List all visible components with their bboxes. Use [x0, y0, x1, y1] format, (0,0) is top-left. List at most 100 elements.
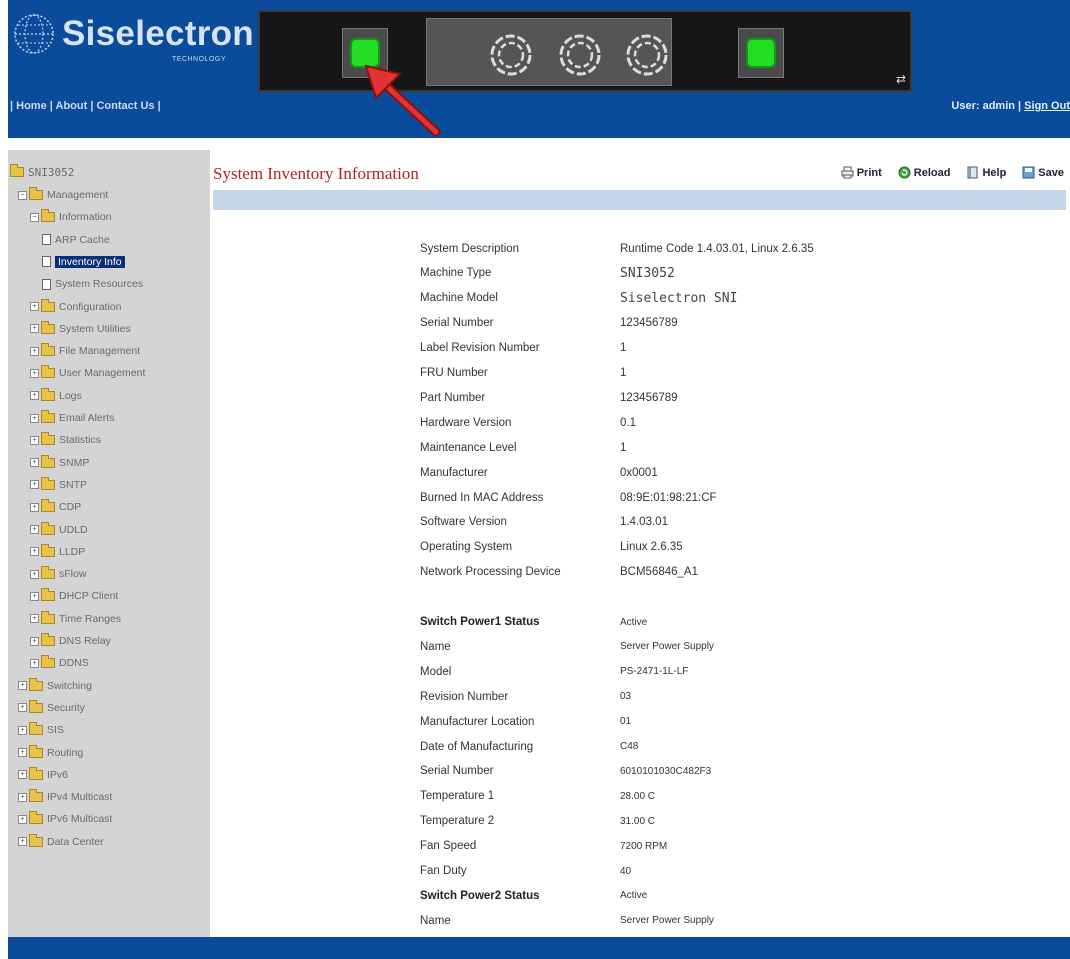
- user-separator: |: [1018, 100, 1022, 112]
- fan-icon[interactable]: [489, 33, 533, 77]
- expand-icon[interactable]: +: [30, 547, 39, 557]
- tree-item[interactable]: + File Management: [30, 341, 140, 361]
- fan-icon[interactable]: [558, 33, 602, 77]
- info-label: Manufacturer: [420, 466, 488, 479]
- info-row: System Description Runtime Code 1.4.03.01…: [420, 236, 814, 261]
- info-value: Server Power Supply: [620, 641, 714, 653]
- tree-item[interactable]: + Routing: [18, 743, 83, 763]
- tree-item[interactable]: + Data Center: [18, 832, 104, 852]
- page-title: System Inventory Information: [213, 164, 419, 183]
- tree-item-label: IPv6: [47, 768, 69, 781]
- expand-icon[interactable]: +: [30, 324, 39, 334]
- expand-icon[interactable]: +: [30, 413, 39, 423]
- fan-icon[interactable]: [625, 33, 669, 77]
- info-label: Name: [420, 914, 451, 927]
- expand-icon[interactable]: +: [30, 368, 39, 378]
- tree-item[interactable]: + sFlow: [30, 564, 86, 584]
- info-row: Part Number 123456789: [420, 385, 678, 410]
- tree-item-label: DHCP Client: [59, 590, 119, 603]
- reload-button[interactable]: Reload: [898, 166, 950, 179]
- nav-contact-link[interactable]: Contact Us: [96, 100, 154, 112]
- expand-icon[interactable]: +: [30, 614, 39, 624]
- info-label: Network Processing Device: [420, 566, 561, 579]
- tree-item[interactable]: − Information: [30, 207, 112, 227]
- collapse-icon[interactable]: −: [30, 212, 39, 222]
- tree-item[interactable]: + Configuration: [30, 297, 121, 317]
- tree-item[interactable]: + Time Ranges: [30, 609, 121, 629]
- tree-item[interactable]: + DHCP Client: [30, 586, 118, 606]
- power-supply-2[interactable]: [738, 28, 784, 78]
- info-row: Hardware Version 0.1: [420, 410, 636, 435]
- expand-icon[interactable]: +: [30, 658, 39, 668]
- expand-icon[interactable]: +: [18, 814, 27, 824]
- tree-item[interactable]: + CDP: [30, 497, 81, 517]
- expand-icon[interactable]: +: [18, 703, 27, 713]
- tree-item[interactable]: + Switching: [18, 676, 92, 696]
- tree-item[interactable]: + DDNS: [30, 653, 89, 673]
- info-row: Temperature 1 28.00 C: [420, 784, 655, 809]
- info-label: Hardware Version: [420, 416, 512, 429]
- tree-item[interactable]: + SNTP: [30, 475, 87, 495]
- info-row: Machine Type SNI3052: [420, 261, 675, 286]
- collapse-icon[interactable]: −: [18, 190, 27, 200]
- expand-icon[interactable]: +: [18, 681, 27, 691]
- sign-out-link[interactable]: Sign Out: [1024, 100, 1070, 112]
- expand-icon[interactable]: +: [30, 502, 39, 512]
- tree-item[interactable]: + SIS: [18, 720, 64, 740]
- tree-item[interactable]: + IPv6 Multicast: [18, 809, 112, 829]
- expand-icon[interactable]: +: [30, 525, 39, 534]
- expand-icon[interactable]: +: [30, 302, 39, 311]
- expand-icon[interactable]: +: [30, 458, 39, 468]
- tree-item[interactable]: + User Management: [30, 363, 145, 383]
- nav-about-link[interactable]: About: [56, 100, 88, 112]
- tree-item[interactable]: + IPv4 Multicast: [18, 787, 112, 807]
- tree-item[interactable]: + Logs: [30, 386, 82, 406]
- expand-icon[interactable]: +: [30, 435, 39, 445]
- tree-item[interactable]: + Security: [18, 698, 85, 718]
- sync-arrows-icon[interactable]: ⇄: [896, 72, 906, 86]
- tree-item[interactable]: + DNS Relay: [30, 631, 111, 651]
- expand-icon[interactable]: +: [18, 792, 27, 802]
- save-button[interactable]: Save: [1022, 166, 1064, 179]
- tree-item[interactable]: Inventory Info: [42, 252, 125, 272]
- folder-icon: [41, 633, 55, 646]
- expand-icon[interactable]: +: [18, 770, 27, 780]
- expand-icon[interactable]: +: [18, 837, 27, 847]
- expand-icon[interactable]: +: [30, 480, 39, 490]
- nav-home-link[interactable]: Home: [16, 100, 47, 112]
- expand-icon[interactable]: +: [30, 346, 39, 356]
- tree-item[interactable]: System Resources: [42, 274, 143, 294]
- expand-icon[interactable]: +: [30, 591, 39, 601]
- folder-icon: [29, 677, 43, 691]
- tree-root[interactable]: SNI3052: [10, 162, 74, 182]
- tree-item[interactable]: + System Utilities: [30, 319, 131, 339]
- info-label: Temperature 1: [420, 790, 495, 803]
- tree-item[interactable]: − Management: [18, 185, 108, 205]
- section-header-bar: [213, 190, 1066, 210]
- tree-item[interactable]: + IPv6: [18, 765, 68, 785]
- expand-icon[interactable]: +: [30, 391, 39, 401]
- tree-item-label: Logs: [59, 389, 82, 402]
- expand-icon[interactable]: +: [18, 725, 27, 735]
- tree-item-label: sFlow: [59, 568, 87, 581]
- tree-item[interactable]: + UDLD: [30, 520, 88, 540]
- folder-icon: [29, 699, 43, 713]
- print-button[interactable]: Print: [841, 166, 882, 179]
- info-row: [420, 585, 620, 610]
- info-row: Serial Number 6010101030C482F3: [420, 759, 711, 784]
- info-row: Manufacturer Location 01: [420, 709, 631, 734]
- folder-icon: [41, 610, 55, 624]
- tree-item[interactable]: + Statistics: [30, 430, 101, 450]
- help-label: Help: [982, 166, 1007, 179]
- tree-item[interactable]: ARP Cache: [42, 230, 110, 250]
- brand-logo[interactable]: Siselectron TECHNOLOGY: [10, 8, 254, 78]
- tree-item[interactable]: + Email Alerts: [30, 408, 114, 428]
- help-button[interactable]: Help: [966, 166, 1006, 179]
- tree-item[interactable]: + SNMP: [30, 453, 89, 473]
- expand-icon[interactable]: +: [30, 636, 39, 646]
- tree-item[interactable]: + LLDP: [30, 542, 85, 562]
- folder-icon: [41, 499, 55, 513]
- globe-icon: [14, 14, 54, 54]
- expand-icon[interactable]: +: [30, 569, 39, 579]
- expand-icon[interactable]: +: [18, 748, 27, 757]
